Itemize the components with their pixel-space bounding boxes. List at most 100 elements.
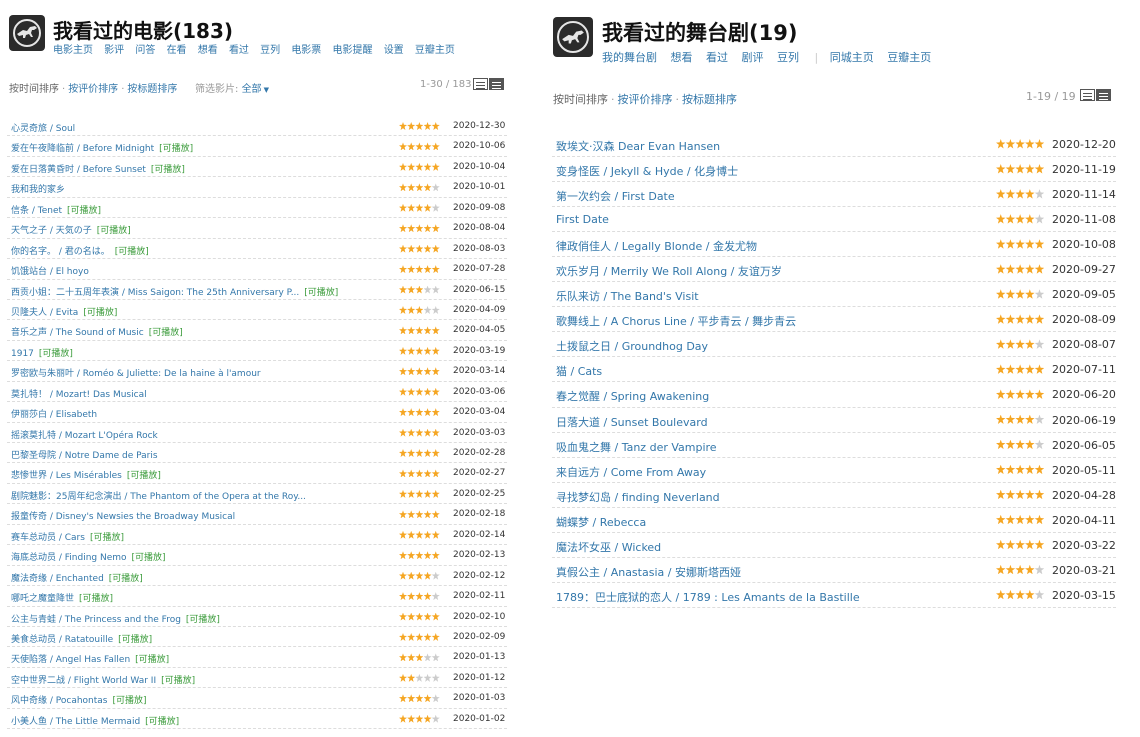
- item-title[interactable]: 公主与青蛙 / The Princess and the Frog: [11, 615, 181, 625]
- nav-wish[interactable]: 想看: [198, 45, 218, 56]
- nav-qa[interactable]: 问答: [135, 45, 155, 56]
- playable-link[interactable]: [可播放]: [39, 349, 73, 359]
- item-title[interactable]: 饥饿站台 / El hoyo: [11, 267, 89, 277]
- playable-link[interactable]: [可播放]: [186, 615, 220, 625]
- nav-douban-home[interactable]: 豆瓣主页: [415, 45, 455, 56]
- list-view-icon[interactable]: [473, 78, 488, 90]
- item-title[interactable]: 爱在午夜降临前 / Before Midnight: [11, 144, 154, 154]
- nav-watched[interactable]: 看过: [229, 45, 249, 56]
- playable-link[interactable]: [可播放]: [135, 655, 169, 665]
- item-title[interactable]: 土拨鼠之日 / Groundhog Day: [556, 340, 708, 353]
- item-title-link[interactable]: 来自远方 / Come From Away: [556, 464, 706, 480]
- item-title[interactable]: 春之觉醒 / Spring Awakening: [556, 390, 709, 403]
- item-title[interactable]: 吸血鬼之舞 / Tanz der Vampire: [556, 441, 717, 454]
- item-title-link[interactable]: 土拨鼠之日 / Groundhog Day: [556, 338, 708, 354]
- item-title-link[interactable]: 剧院魅影：25周年纪念演出 / The Phantom of the Opera…: [11, 489, 306, 502]
- playable-link[interactable]: [可播放]: [109, 574, 143, 584]
- playable-link[interactable]: [可播放]: [145, 717, 179, 727]
- item-title[interactable]: 1789：巴士底狱的恋人 / 1789 : Les Amants de la B…: [556, 591, 860, 604]
- item-title[interactable]: 空中世界二战 / Flight World War II: [11, 676, 156, 686]
- item-title[interactable]: 小美人鱼 / The Little Mermaid: [11, 717, 140, 727]
- sort-by-title[interactable]: 按标题排序: [682, 93, 737, 106]
- item-title[interactable]: 摇滚莫扎特 / Mozart L'Opéra Rock: [11, 431, 158, 441]
- item-title-link[interactable]: 欢乐岁月 / Merrily We Roll Along / 友谊万岁: [556, 263, 782, 279]
- nav-reviews[interactable]: 影评: [104, 45, 124, 56]
- item-title-link[interactable]: 你的名字。 / 君の名は。 [可播放]: [11, 244, 149, 257]
- item-title-link[interactable]: 小美人鱼 / The Little Mermaid [可播放]: [11, 714, 179, 727]
- sort-by-title[interactable]: 按标题排序: [127, 84, 177, 95]
- nav-wish[interactable]: 想看: [671, 51, 693, 64]
- item-title[interactable]: 莫扎特！ / Mozart! Das Musical: [11, 390, 147, 400]
- item-title-link[interactable]: 美食总动员 / Ratatouille [可播放]: [11, 632, 152, 645]
- playable-link[interactable]: [可播放]: [90, 533, 124, 543]
- item-title-link[interactable]: 哪吒之魔童降世 [可播放]: [11, 591, 113, 604]
- nav-douban-home[interactable]: 豆瓣主页: [887, 51, 931, 64]
- item-title-link[interactable]: 莫扎特！ / Mozart! Das Musical: [11, 387, 147, 400]
- item-title[interactable]: 1917: [11, 349, 34, 359]
- dinosaur-avatar-icon[interactable]: [9, 15, 45, 51]
- item-title-link[interactable]: 乐队来访 / The Band's Visit: [556, 288, 699, 304]
- item-title-link[interactable]: 蝴蝶梦 / Rebecca: [556, 514, 646, 530]
- playable-link[interactable]: [可播放]: [112, 696, 146, 706]
- nav-city-home[interactable]: 同城主页: [830, 51, 874, 64]
- compact-view-icon[interactable]: [1096, 89, 1111, 101]
- item-title-link[interactable]: 风中奇缘 / Pocahontas [可播放]: [11, 693, 147, 706]
- item-title[interactable]: 蝴蝶梦 / Rebecca: [556, 516, 646, 529]
- item-title-link[interactable]: 西贡小姐：二十五周年表演 / Miss Saigon: The 25th Ann…: [11, 285, 338, 298]
- item-title[interactable]: 罗密欧与朱丽叶 / Roméo & Juliette: De la haine …: [11, 369, 261, 379]
- item-title-link[interactable]: 春之觉醒 / Spring Awakening: [556, 388, 709, 404]
- item-title-link[interactable]: 魔法奇缘 / Enchanted [可播放]: [11, 571, 143, 584]
- item-title-link[interactable]: 贝隆夫人 / Evita [可播放]: [11, 305, 117, 318]
- playable-link[interactable]: [可播放]: [97, 226, 131, 236]
- nav-my-dramas[interactable]: 我的舞台剧: [602, 51, 657, 64]
- playable-link[interactable]: [可播放]: [115, 247, 149, 257]
- item-title[interactable]: 天气之子 / 天気の子: [11, 226, 92, 236]
- filter-select[interactable]: 全部 ▼: [242, 84, 269, 95]
- list-view-icon[interactable]: [1080, 89, 1095, 101]
- nav-movie-home[interactable]: 电影主页: [53, 45, 93, 56]
- item-title-link[interactable]: 猫 / Cats: [556, 363, 602, 379]
- item-title[interactable]: First Date: [556, 213, 609, 226]
- item-title[interactable]: 美食总动员 / Ratatouille: [11, 635, 113, 645]
- item-title-link[interactable]: 吸血鬼之舞 / Tanz der Vampire: [556, 439, 717, 455]
- item-title-link[interactable]: First Date: [556, 213, 609, 226]
- item-title-link[interactable]: 天使陷落 / Angel Has Fallen [可播放]: [11, 652, 169, 665]
- item-title-link[interactable]: 歌舞线上 / A Chorus Line / 平步青云 / 舞步青云: [556, 313, 796, 329]
- item-title-link[interactable]: 心灵奇旅 / Soul: [11, 121, 75, 134]
- item-title-link[interactable]: 伊丽莎白 / Elisabeth: [11, 407, 97, 420]
- playable-link[interactable]: [可播放]: [83, 308, 117, 318]
- item-title[interactable]: 悲惨世界 / Les Misérables: [11, 471, 122, 481]
- item-title[interactable]: 变身怪医 / Jekyll & Hyde / 化身博士: [556, 165, 738, 178]
- item-title-link[interactable]: 信条 / Tenet [可播放]: [11, 203, 101, 216]
- playable-link[interactable]: [可播放]: [127, 471, 161, 481]
- nav-tickets[interactable]: 电影票: [291, 45, 321, 56]
- item-title-link[interactable]: 寻找梦幻岛 / finding Neverland: [556, 489, 720, 505]
- item-title[interactable]: 魔法坏女巫 / Wicked: [556, 541, 661, 554]
- playable-link[interactable]: [可播放]: [67, 206, 101, 216]
- nav-settings[interactable]: 设置: [384, 45, 404, 56]
- item-title[interactable]: 剧院魅影：25周年纪念演出 / The Phantom of the Opera…: [11, 492, 306, 502]
- item-title-link[interactable]: 海底总动员 / Finding Nemo [可播放]: [11, 550, 166, 563]
- item-title[interactable]: 乐队来访 / The Band's Visit: [556, 290, 699, 303]
- sort-by-time[interactable]: 按时间排序: [9, 84, 59, 95]
- item-title[interactable]: 音乐之声 / The Sound of Music: [11, 328, 144, 338]
- item-title[interactable]: 海底总动员 / Finding Nemo: [11, 553, 127, 563]
- playable-link[interactable]: [可播放]: [132, 553, 166, 563]
- item-title-link[interactable]: 魔法坏女巫 / Wicked: [556, 539, 661, 555]
- item-title[interactable]: 日落大道 / Sunset Boulevard: [556, 416, 708, 429]
- item-title[interactable]: 律政俏佳人 / Legally Blonde / 金发尤物: [556, 240, 757, 253]
- item-title-link[interactable]: 音乐之声 / The Sound of Music [可播放]: [11, 325, 183, 338]
- item-title-link[interactable]: 变身怪医 / Jekyll & Hyde / 化身博士: [556, 163, 738, 179]
- nav-doulist[interactable]: 豆列: [260, 45, 280, 56]
- item-title[interactable]: 爱在日落黄昏时 / Before Sunset: [11, 165, 146, 175]
- item-title-link[interactable]: 公主与青蛙 / The Princess and the Frog [可播放]: [11, 612, 220, 625]
- item-title[interactable]: 猫 / Cats: [556, 365, 602, 378]
- playable-link[interactable]: [可播放]: [79, 594, 113, 604]
- nav-doulist[interactable]: 豆列: [777, 51, 799, 64]
- item-title-link[interactable]: 报童传奇 / Disney's Newsies the Broadway Mus…: [11, 509, 235, 522]
- item-title[interactable]: 赛车总动员 / Cars: [11, 533, 85, 543]
- item-title-link[interactable]: 1917 [可播放]: [11, 346, 73, 359]
- item-title-link[interactable]: 空中世界二战 / Flight World War II [可播放]: [11, 673, 195, 686]
- dinosaur-avatar-icon[interactable]: [553, 17, 593, 57]
- item-title[interactable]: 天使陷落 / Angel Has Fallen: [11, 655, 130, 665]
